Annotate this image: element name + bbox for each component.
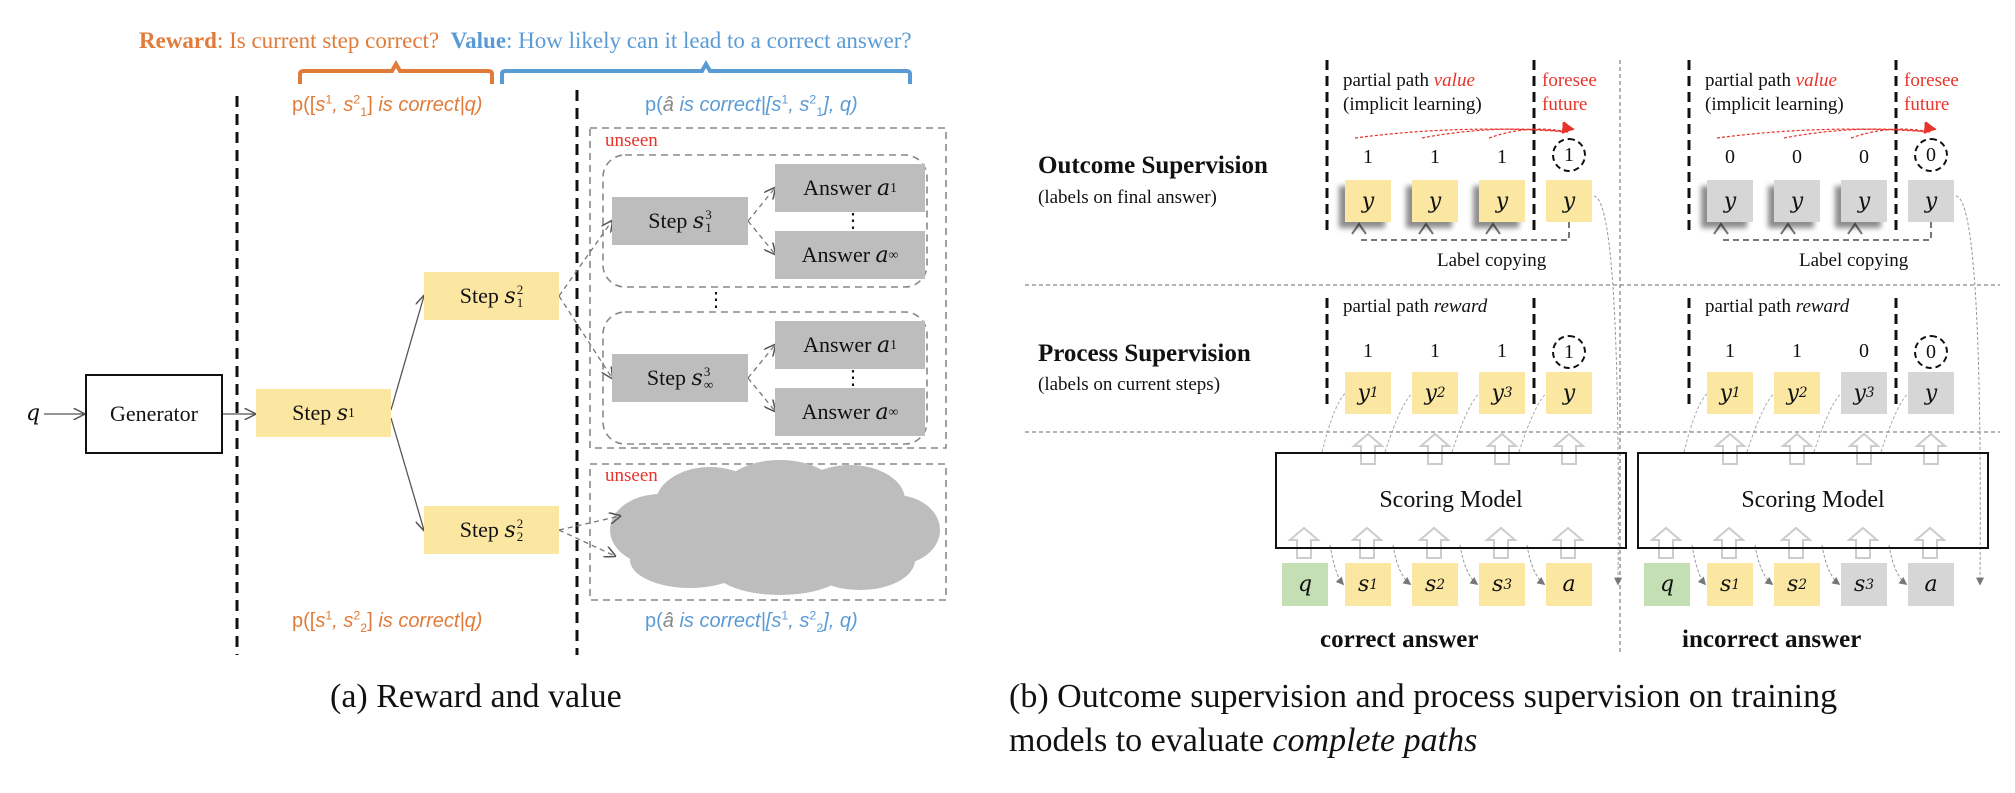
process-label: 0	[1859, 340, 1869, 362]
column-title: incorrect answer	[1682, 626, 1862, 653]
process-label: 1	[1725, 340, 1735, 362]
input-token-box: q	[1644, 563, 1690, 606]
label-copy-line	[1721, 222, 1932, 241]
label-copy-arrowhead	[1418, 222, 1434, 235]
label-copying-text: Label copying	[1799, 250, 1909, 271]
flow-arrow	[1459, 544, 1479, 585]
outcome-final-y-box: y	[1546, 180, 1592, 222]
input-token-box: s1	[1345, 563, 1391, 606]
caption-b-line2: models to evaluate complete paths	[1009, 722, 1478, 759]
process-label: 1	[1792, 340, 1802, 362]
input-token-box: a	[1546, 563, 1592, 606]
scoring-model: Scoring Model	[1275, 452, 1627, 549]
outcome-supervision-title: Outcome Supervision	[1038, 152, 1268, 179]
foresee-label: foresee	[1542, 70, 1597, 91]
outcome-y-box: y	[1412, 180, 1458, 222]
outcome-y-box: y	[1345, 180, 1391, 222]
process-supervision-subtitle: (labels on current steps)	[1038, 374, 1221, 395]
flow-arrow	[1821, 544, 1841, 585]
outcome-final-label: 0	[1914, 138, 1948, 172]
label-copying-text: Label copying	[1437, 250, 1547, 271]
outcome-label: 0	[1792, 146, 1802, 168]
label-copy-arrowhead	[1780, 222, 1796, 235]
partial-path-reward-label: partial path reward	[1705, 296, 1850, 317]
process-final-label: 1	[1552, 335, 1586, 369]
outcome-supervision-subtitle: (labels on final answer)	[1038, 187, 1217, 208]
process-final-label: 0	[1914, 335, 1948, 369]
caption-b-line1: (b) Outcome supervision and process supe…	[1009, 678, 1838, 715]
process-y-box: y	[1908, 372, 1954, 414]
input-token-box: s3	[1841, 563, 1887, 606]
process-y-box: y3	[1841, 372, 1887, 414]
process-y-box: y1	[1345, 372, 1391, 414]
implicit-learning-label: (implicit learning)	[1705, 94, 1844, 115]
scoring-model: Scoring Model	[1637, 452, 1989, 549]
outcome-label: 1	[1430, 146, 1440, 168]
process-y-box: y3	[1479, 372, 1525, 414]
foresee-arrow	[1354, 121, 1575, 139]
foresee-arrow	[1488, 121, 1575, 139]
outcome-y-box: y	[1841, 180, 1887, 222]
implicit-learning-label: (implicit learning)	[1343, 94, 1482, 115]
partial-path-value-label: partial path value	[1343, 70, 1475, 91]
outcome-final-label: 1	[1552, 138, 1586, 172]
partial-path-value-label: partial path value	[1705, 70, 1837, 91]
outcome-final-y-box: y	[1908, 180, 1954, 222]
input-token-box: a	[1908, 563, 1954, 606]
process-y-box: y2	[1774, 372, 1820, 414]
foresee-label: foresee	[1904, 70, 1959, 91]
flow-arrow	[1888, 544, 1908, 585]
outcome-label: 0	[1725, 146, 1735, 168]
process-y-box: y	[1546, 372, 1592, 414]
outcome-label: 0	[1859, 146, 1869, 168]
input-token-box: s2	[1774, 563, 1820, 606]
future-label: future	[1904, 94, 1950, 115]
label-copy-arrowhead	[1485, 222, 1501, 235]
flow-arrow	[1392, 544, 1412, 585]
flow-arrow	[1691, 544, 1707, 586]
label-copy-arrowhead	[1713, 222, 1729, 235]
outcome-label: 1	[1497, 146, 1507, 168]
process-y-box: y1	[1707, 372, 1753, 414]
outcome-label: 1	[1363, 146, 1373, 168]
flow-arrow	[1526, 544, 1546, 585]
outcome-y-box: y	[1774, 180, 1820, 222]
process-y-box: y2	[1412, 372, 1458, 414]
foresee-arrow	[1850, 121, 1937, 139]
process-supervision-title: Process Supervision	[1038, 340, 1251, 367]
label-copy-arrowhead	[1847, 222, 1863, 235]
future-label: future	[1542, 94, 1588, 115]
input-token-box: q	[1282, 563, 1328, 606]
column-title: correct answer	[1320, 626, 1479, 653]
process-label: 1	[1497, 340, 1507, 362]
input-token-box: s2	[1412, 563, 1458, 606]
outcome-y-box: y	[1707, 180, 1753, 222]
input-token-box: s1	[1707, 563, 1753, 606]
process-label: 1	[1363, 340, 1373, 362]
partial-path-reward-label: partial path reward	[1343, 296, 1488, 317]
input-token-box: s3	[1479, 563, 1525, 606]
process-label: 1	[1430, 340, 1440, 362]
label-copy-arrowhead	[1351, 222, 1367, 235]
outcome-y-box: y	[1479, 180, 1525, 222]
flow-arrow	[1754, 544, 1774, 585]
foresee-arrow	[1716, 121, 1937, 139]
flow-arrow	[1329, 544, 1345, 586]
label-copy-line	[1359, 222, 1570, 241]
